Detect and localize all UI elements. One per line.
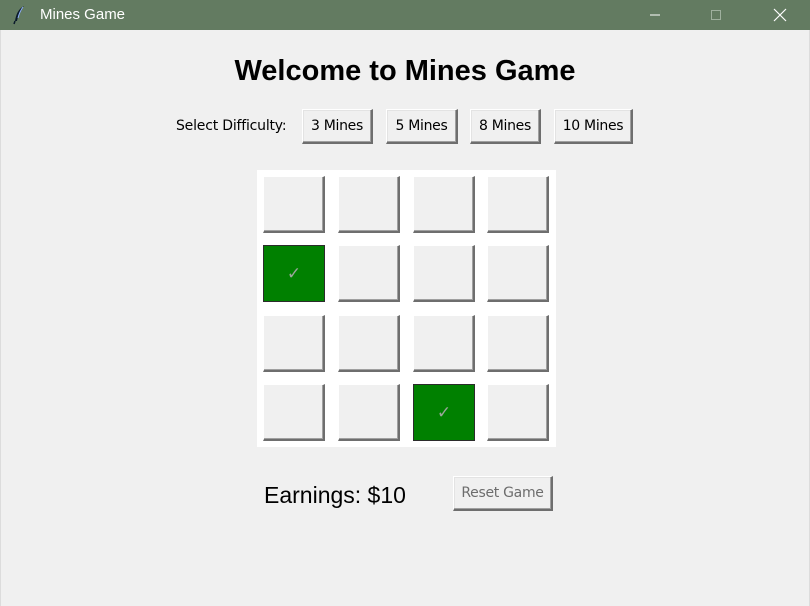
grid-cell[interactable] [263,384,325,441]
grid-cell[interactable] [413,245,475,302]
grid-cell[interactable] [487,245,549,302]
difficulty-8-mines-button[interactable]: 8 Mines [470,109,541,144]
difficulty-10-mines-button[interactable]: 10 Mines [554,109,633,144]
grid-cell[interactable]: ✓ [263,245,325,302]
grid-cell[interactable] [413,315,475,372]
title-bar[interactable]: Mines Game [0,0,810,30]
grid-cell[interactable]: ✓ [413,384,475,441]
grid-cell[interactable] [338,176,400,233]
grid-cell[interactable] [338,384,400,441]
grid-cell[interactable] [487,176,549,233]
grid-cell[interactable] [263,315,325,372]
difficulty-5-mines-button[interactable]: 5 Mines [386,109,458,144]
grid-cell[interactable] [338,315,400,372]
difficulty-3-mines-button[interactable]: 3 Mines [302,109,373,144]
grid-cell[interactable] [263,176,325,233]
page-title: Welcome to Mines Game [234,55,576,87]
reset-game-button[interactable]: Reset Game [453,476,553,511]
mines-grid: ✓ ✓ [257,170,556,447]
grid-cell[interactable] [338,245,400,302]
grid-cell[interactable] [487,384,549,441]
grid-cell[interactable] [487,315,549,372]
minimize-icon [650,14,660,16]
grid-cell[interactable] [413,176,475,233]
close-icon [773,8,787,22]
maximize-button[interactable] [693,0,739,30]
earnings-label: Earnings: $10 [264,482,406,508]
minimize-button[interactable] [632,0,678,30]
maximize-icon [711,10,721,20]
close-button[interactable] [757,0,803,30]
window-title: Mines Game [40,6,126,23]
feather-icon [11,5,29,25]
difficulty-label: Select Difficulty: [176,118,287,134]
